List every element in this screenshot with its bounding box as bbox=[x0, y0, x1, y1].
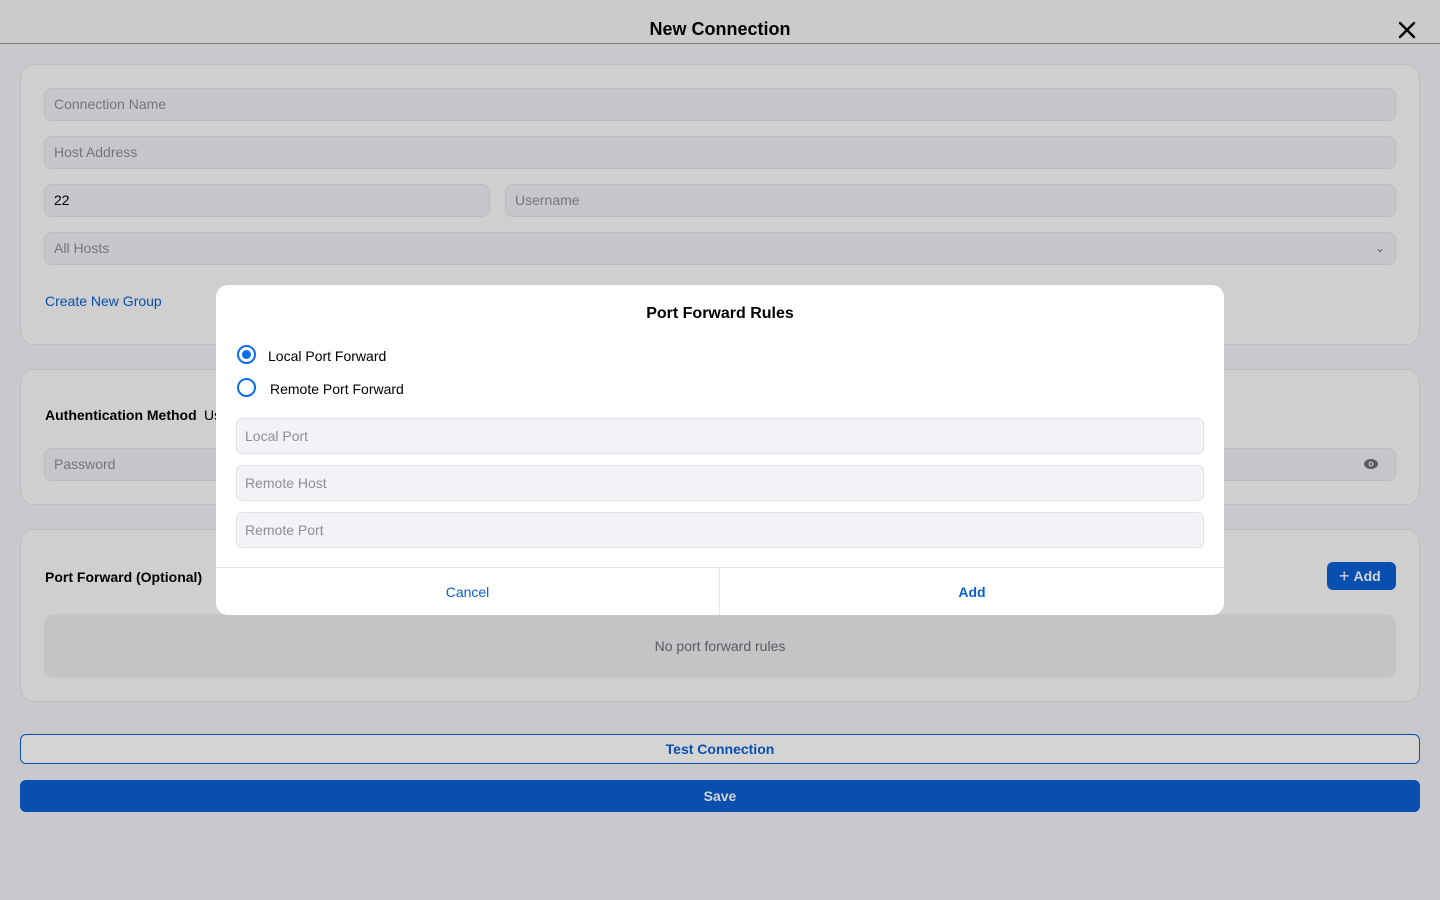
port-forward-rules-dialog: Port Forward Rules Local Port Forward Re… bbox=[216, 285, 1224, 615]
local-port-forward-label[interactable]: Local Port Forward bbox=[268, 348, 386, 364]
cancel-button[interactable]: Cancel bbox=[216, 568, 720, 615]
remote-port-forward-label[interactable]: Remote Port Forward bbox=[270, 381, 404, 397]
dialog-title: Port Forward Rules bbox=[646, 305, 794, 322]
remote-port-forward-radio[interactable] bbox=[237, 378, 256, 397]
local-port-input[interactable]: Local Port bbox=[236, 418, 1204, 454]
remote-host-input[interactable]: Remote Host bbox=[236, 465, 1204, 501]
remote-port-input[interactable]: Remote Port bbox=[236, 512, 1204, 548]
dialog-footer: Cancel Add bbox=[216, 567, 1224, 615]
local-port-forward-radio[interactable] bbox=[237, 345, 256, 364]
add-rule-button[interactable]: Add bbox=[720, 568, 1224, 615]
